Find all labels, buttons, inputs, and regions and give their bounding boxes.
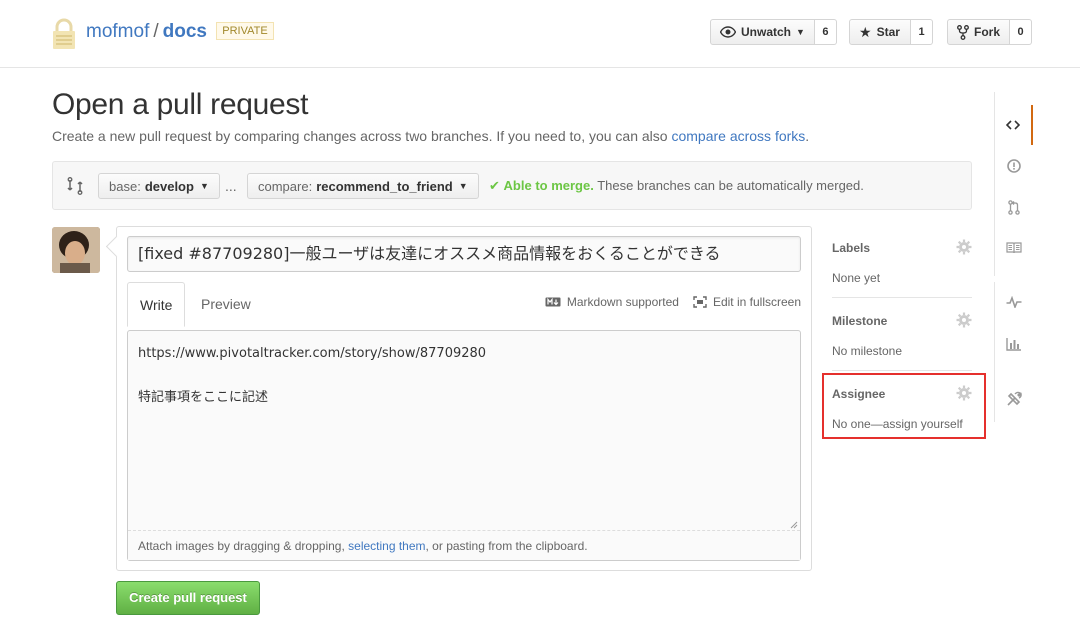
star-group: ★ Star 1 [849, 19, 933, 45]
repo-owner-link[interactable]: mofmof [86, 21, 149, 42]
stargazers-count[interactable]: 1 [911, 19, 933, 45]
page-description: Create a new pull request by comparing c… [52, 128, 809, 144]
milestone-section: Milestone No milestone [832, 312, 972, 358]
nav-settings[interactable] [995, 379, 1033, 419]
pulse-icon [1006, 296, 1022, 308]
repo-nav-group-secondary [994, 282, 1033, 422]
nav-wiki[interactable] [995, 228, 1033, 268]
graph-icon [1006, 338, 1021, 351]
attachment-drop-zone[interactable]: Attach images by dragging & dropping, se… [128, 530, 800, 560]
repo-name-link[interactable]: docs [163, 21, 207, 42]
repo-nav-group-main [994, 92, 1033, 276]
base-branch-name: develop [144, 178, 194, 194]
settings-icon [1007, 391, 1022, 406]
chevron-down-icon: ▼ [458, 181, 468, 191]
base-branch-select[interactable]: base: develop ▼ [98, 173, 220, 199]
repo-header: mofmof / docs PRIVATE Unwatch ▼ 6 ★ Star 1… [0, 0, 1080, 68]
merge-status-message: These branches can be automatically merg… [597, 178, 864, 193]
merge-status-label: Able to merge. [503, 178, 594, 193]
milestone-value: No milestone [832, 344, 903, 358]
pull-request-form: [fixed #87709280]一般ユーザは友達にオススメ商品情報をおくること… [116, 226, 812, 571]
sidebar-divider [832, 297, 972, 298]
gear-icon[interactable] [956, 239, 972, 255]
markdown-help-link[interactable]: Markdown supported [545, 295, 679, 309]
repo-title: mofmof / docs PRIVATE [86, 20, 274, 44]
gear-icon[interactable] [956, 312, 972, 328]
avatar[interactable] [52, 227, 100, 273]
fullscreen-label: Edit in fullscreen [712, 295, 801, 309]
check-icon: ✔ [489, 178, 500, 193]
nav-pulse[interactable] [995, 282, 1033, 322]
tab-write[interactable]: Write [127, 282, 186, 327]
compare-branch-name: recommend_to_friend [316, 178, 453, 194]
compare-branch-select[interactable]: compare: recommend_to_friend ▼ [247, 173, 479, 199]
star-label: Star [876, 25, 900, 39]
pull-request-icon [1008, 199, 1020, 215]
private-badge: PRIVATE [216, 22, 274, 40]
chevron-down-icon: ▼ [199, 181, 209, 191]
body-textarea[interactable]: https://www.pivotaltracker.com/story/sho… [127, 330, 801, 561]
fork-icon [957, 24, 969, 40]
compare-prefix: compare: [258, 178, 313, 194]
assignee-highlight-box [822, 373, 986, 439]
issue-icon [1007, 159, 1021, 173]
merge-status: ✔ Able to merge. These branches can be a… [489, 178, 864, 194]
tab-preview[interactable]: Preview [189, 282, 263, 327]
repo-path-separator: / [153, 21, 159, 42]
markdown-icon [545, 297, 561, 307]
drop-text-before: Attach images by dragging & dropping, [138, 539, 349, 553]
nav-issues[interactable] [995, 146, 1033, 186]
nav-graphs[interactable] [995, 324, 1033, 364]
page-title: Open a pull request [52, 88, 309, 121]
labels-heading: Labels [832, 241, 871, 255]
labels-value: None yet [832, 271, 881, 285]
star-button[interactable]: ★ Star [849, 19, 911, 45]
watch-group: Unwatch ▼ 6 [710, 19, 837, 45]
compare-icon[interactable] [67, 177, 83, 195]
fullscreen-icon [693, 296, 707, 308]
star-icon: ★ [859, 23, 872, 40]
range-editor: base: develop ▼ ... compare: recommend_to_f… [52, 161, 972, 210]
resize-handle-icon[interactable] [790, 521, 798, 529]
title-input[interactable]: [fixed #87709280]一般ユーザは友達にオススメ商品情報をおくること… [127, 236, 801, 272]
fork-group: Fork 0 [947, 19, 1032, 45]
sidebar-divider [832, 370, 972, 371]
forks-count[interactable]: 0 [1010, 19, 1032, 45]
range-ellipsis: ... [225, 178, 237, 194]
base-prefix: base: [109, 178, 141, 194]
labels-section: Labels None yet [832, 239, 972, 285]
unwatch-button[interactable]: Unwatch ▼ [710, 19, 815, 45]
eye-icon [720, 26, 736, 38]
description-text: Create a new pull request by comparing c… [52, 128, 672, 144]
nav-pull-requests[interactable] [995, 187, 1033, 227]
select-files-link[interactable]: selecting them [348, 539, 425, 553]
body-text: https://www.pivotaltracker.com/story/sho… [138, 346, 487, 405]
editor-actions: Markdown supported Edit in fullscreen [545, 295, 801, 309]
lock-icon [53, 18, 75, 49]
fork-label: Fork [973, 25, 1000, 39]
nav-code[interactable] [995, 105, 1033, 145]
create-pull-request-button[interactable]: Create pull request [116, 581, 260, 615]
description-end: . [805, 128, 810, 144]
fullscreen-link[interactable]: Edit in fullscreen [693, 295, 801, 309]
markdown-label: Markdown supported [566, 295, 679, 309]
watchers-count[interactable]: 6 [814, 19, 837, 45]
code-icon [1006, 120, 1020, 130]
compare-across-forks-link[interactable]: compare across forks [671, 128, 805, 144]
unwatch-label: Unwatch [741, 25, 792, 39]
chevron-down-icon: ▼ [796, 27, 805, 37]
drop-text-after: , or pasting from the clipboard. [425, 539, 588, 553]
avatar-image [52, 227, 100, 273]
milestone-heading: Milestone [832, 314, 888, 328]
editor-tabs: Write Preview Markdown supported Edit in… [127, 282, 801, 327]
wiki-icon [1006, 242, 1022, 254]
fork-button[interactable]: Fork [947, 19, 1010, 45]
